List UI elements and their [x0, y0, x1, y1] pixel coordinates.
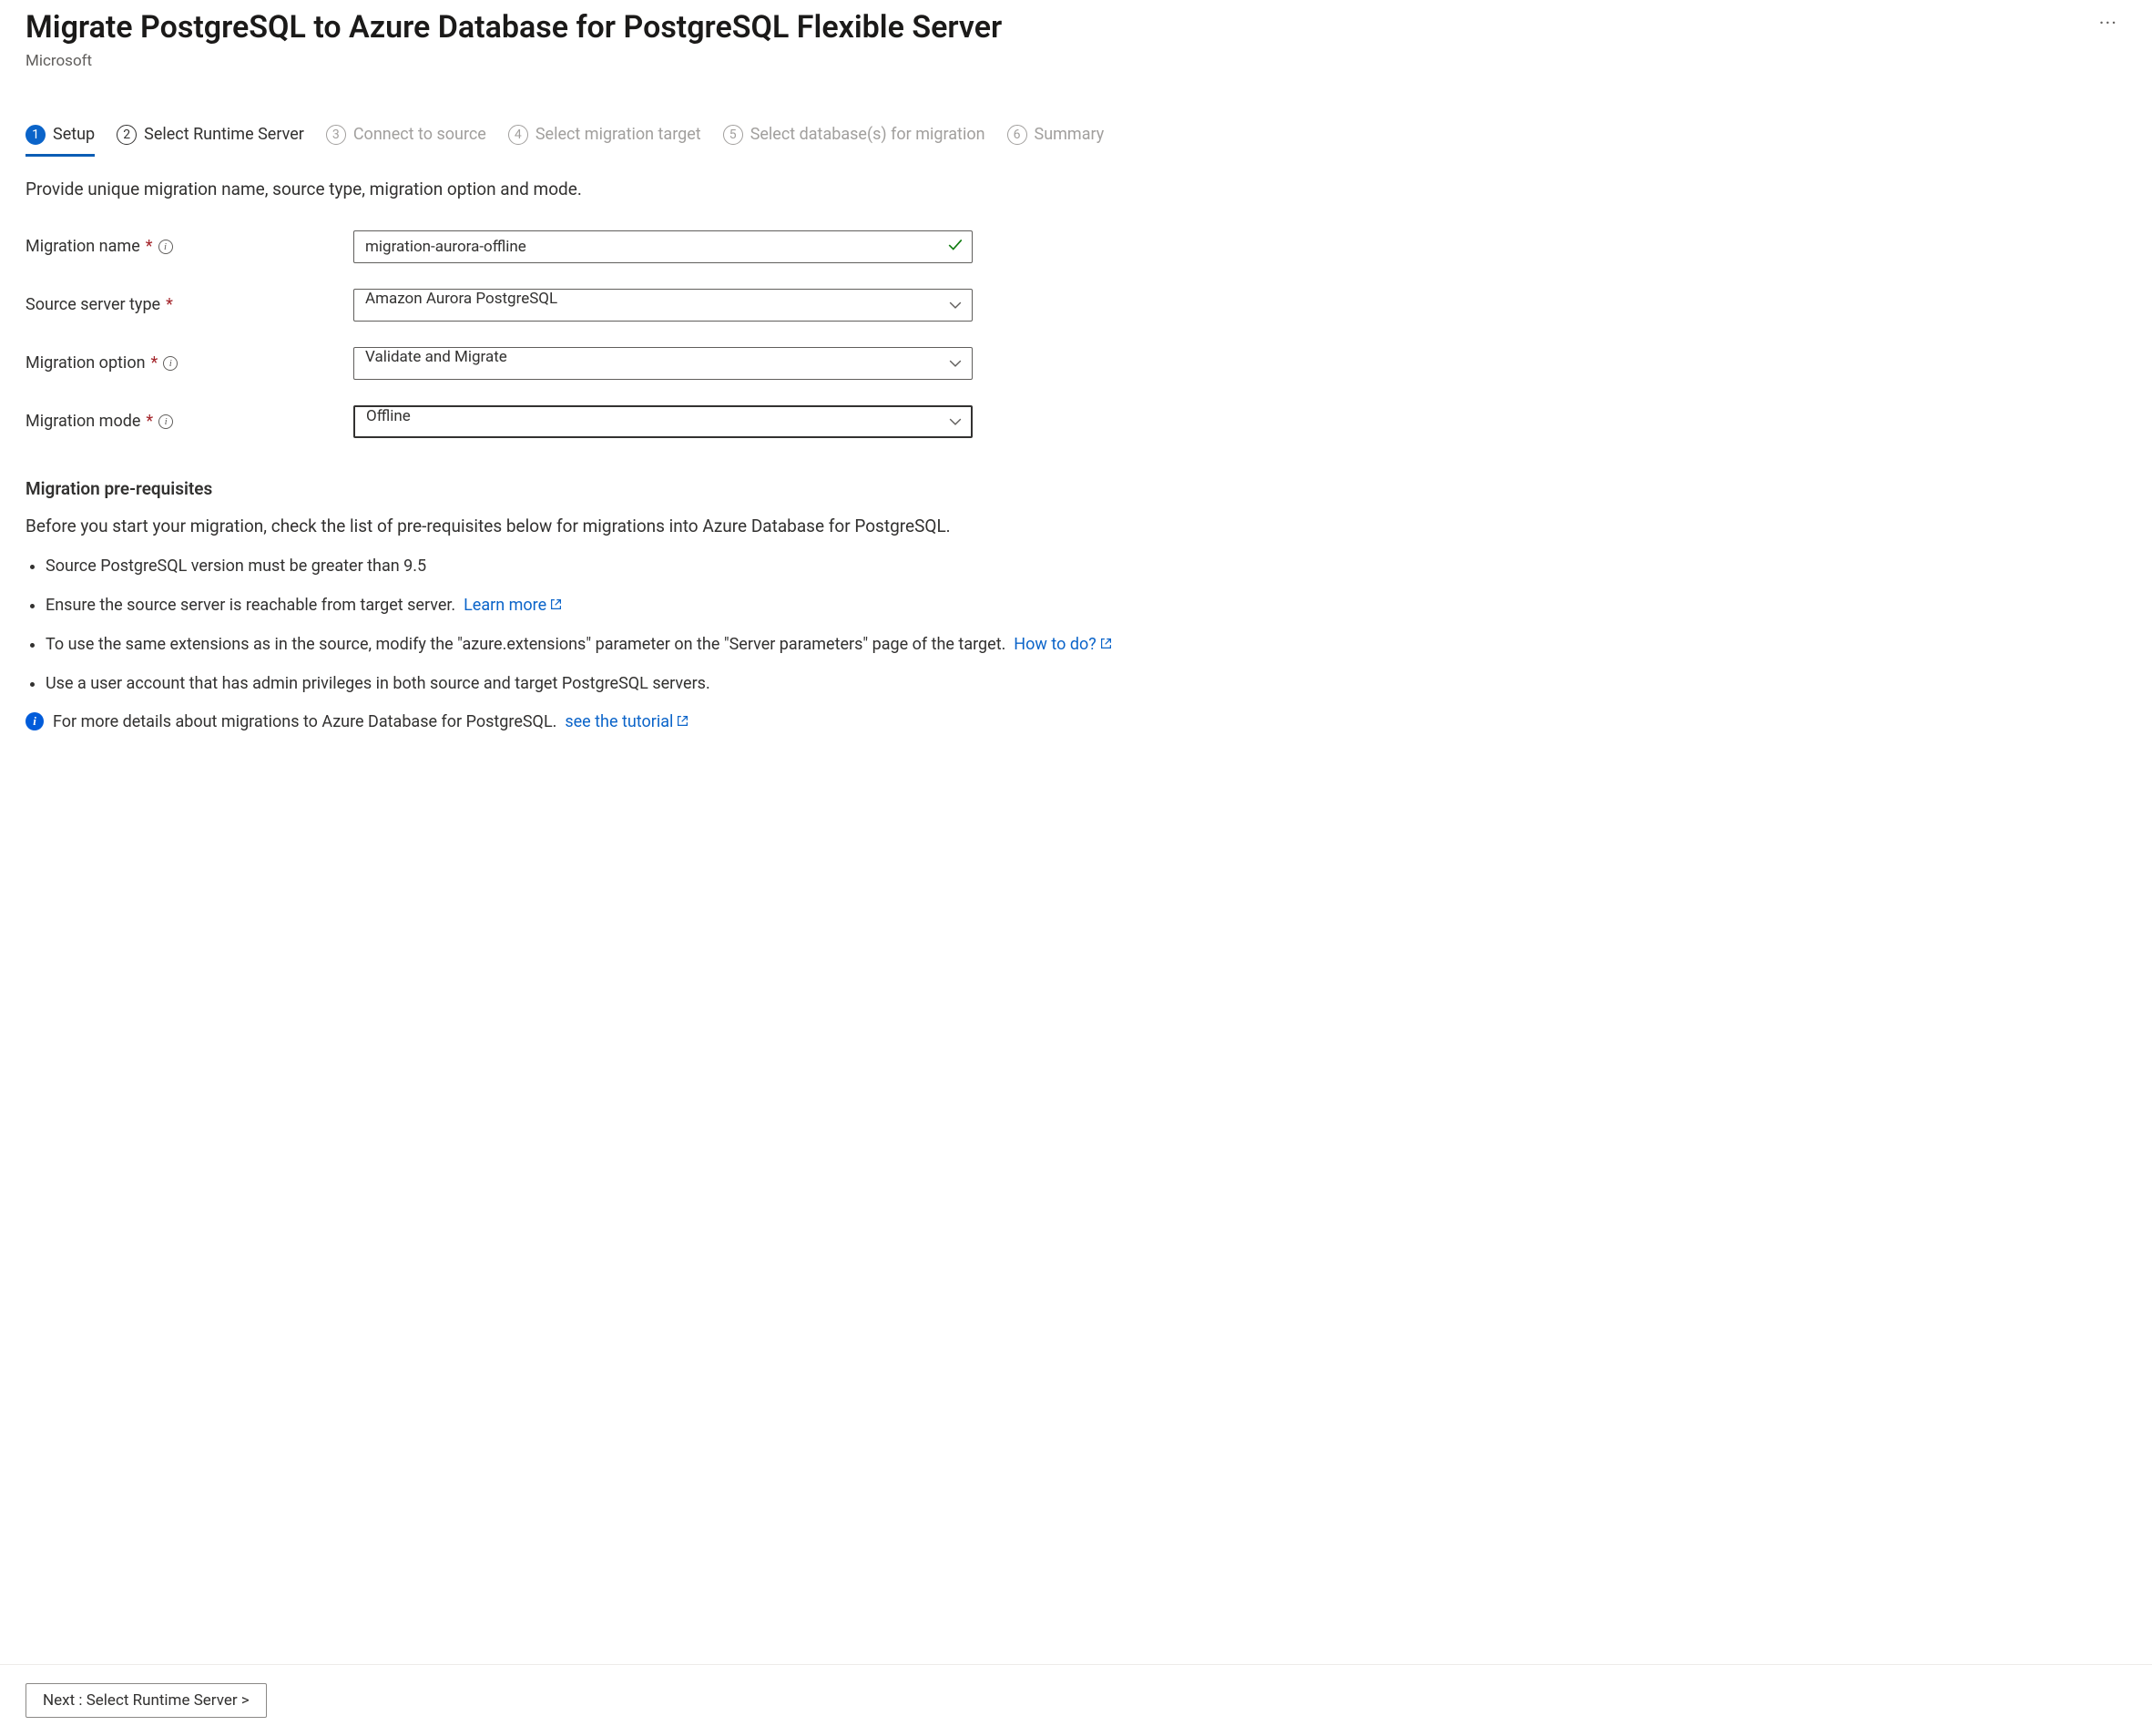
setup-form: Migration name * i Source server type * …: [25, 230, 973, 438]
migration-name-input[interactable]: [353, 230, 973, 263]
tab-select-databases: 5 Select database(s) for migration: [723, 125, 985, 157]
info-icon[interactable]: i: [158, 414, 173, 429]
wizard-tabs: 1 Setup 2 Select Runtime Server 3 Connec…: [25, 125, 2127, 157]
page-subtitle: Microsoft: [25, 52, 1002, 70]
required-indicator: *: [166, 295, 173, 314]
next-button[interactable]: Next : Select Runtime Server >: [25, 1683, 267, 1718]
required-indicator: *: [146, 412, 153, 431]
tab-label: Summary: [1035, 125, 1105, 144]
migration-mode-select[interactable]: Offline: [353, 405, 973, 438]
tab-label: Select migration target: [535, 125, 701, 144]
more-button[interactable]: ···: [2090, 9, 2127, 40]
list-item: Source PostgreSQL version must be greate…: [46, 555, 2127, 577]
info-icon[interactable]: i: [163, 356, 178, 371]
how-to-do-link[interactable]: How to do?: [1014, 635, 1111, 654]
list-item: To use the same extensions as in the sou…: [46, 633, 2127, 656]
tab-setup[interactable]: 1 Setup: [25, 125, 95, 157]
tab-label: Select Runtime Server: [144, 125, 304, 144]
prereq-list: Source PostgreSQL version must be greate…: [25, 555, 2127, 696]
list-item: Use a user account that has admin privil…: [46, 672, 2127, 695]
external-link-icon: [1100, 633, 1112, 656]
migration-option-label: Migration option * i: [25, 353, 353, 373]
footer-bar: Next : Select Runtime Server >: [0, 1664, 2152, 1736]
source-server-type-label: Source server type *: [25, 295, 353, 314]
tutorial-row: i For more details about migrations to A…: [25, 712, 2127, 731]
info-icon: i: [25, 712, 44, 730]
tab-label: Setup: [53, 125, 95, 144]
step-number: 2: [117, 125, 137, 145]
learn-more-link[interactable]: Learn more: [464, 596, 562, 615]
source-server-type-select[interactable]: Amazon Aurora PostgreSQL: [353, 289, 973, 322]
step-number: 3: [326, 125, 346, 145]
step-number: 5: [723, 125, 743, 145]
step-number: 6: [1007, 125, 1027, 145]
tab-select-runtime-server[interactable]: 2 Select Runtime Server: [117, 125, 304, 157]
tab-summary: 6 Summary: [1007, 125, 1105, 157]
tab-connect-to-source: 3 Connect to source: [326, 125, 486, 157]
migration-name-label: Migration name * i: [25, 237, 353, 256]
required-indicator: *: [151, 353, 158, 373]
migration-mode-label: Migration mode * i: [25, 412, 353, 431]
tab-select-migration-target: 4 Select migration target: [508, 125, 701, 157]
tab-label: Select database(s) for migration: [750, 125, 985, 144]
list-item: Ensure the source server is reachable fr…: [46, 594, 2127, 617]
see-tutorial-link[interactable]: see the tutorial: [565, 712, 688, 731]
prereq-intro: Before you start your migration, check t…: [25, 516, 2127, 536]
info-icon[interactable]: i: [158, 240, 173, 254]
step-number: 1: [25, 125, 46, 145]
page-title: Migrate PostgreSQL to Azure Database for…: [25, 9, 1002, 46]
prereq-heading: Migration pre-requisites: [25, 478, 2127, 499]
migration-option-select[interactable]: Validate and Migrate: [353, 347, 973, 380]
external-link-icon: [677, 712, 688, 731]
required-indicator: *: [146, 237, 153, 256]
external-link-icon: [550, 594, 562, 617]
step-number: 4: [508, 125, 528, 145]
intro-text: Provide unique migration name, source ty…: [25, 179, 2127, 199]
tab-label: Connect to source: [353, 125, 486, 144]
